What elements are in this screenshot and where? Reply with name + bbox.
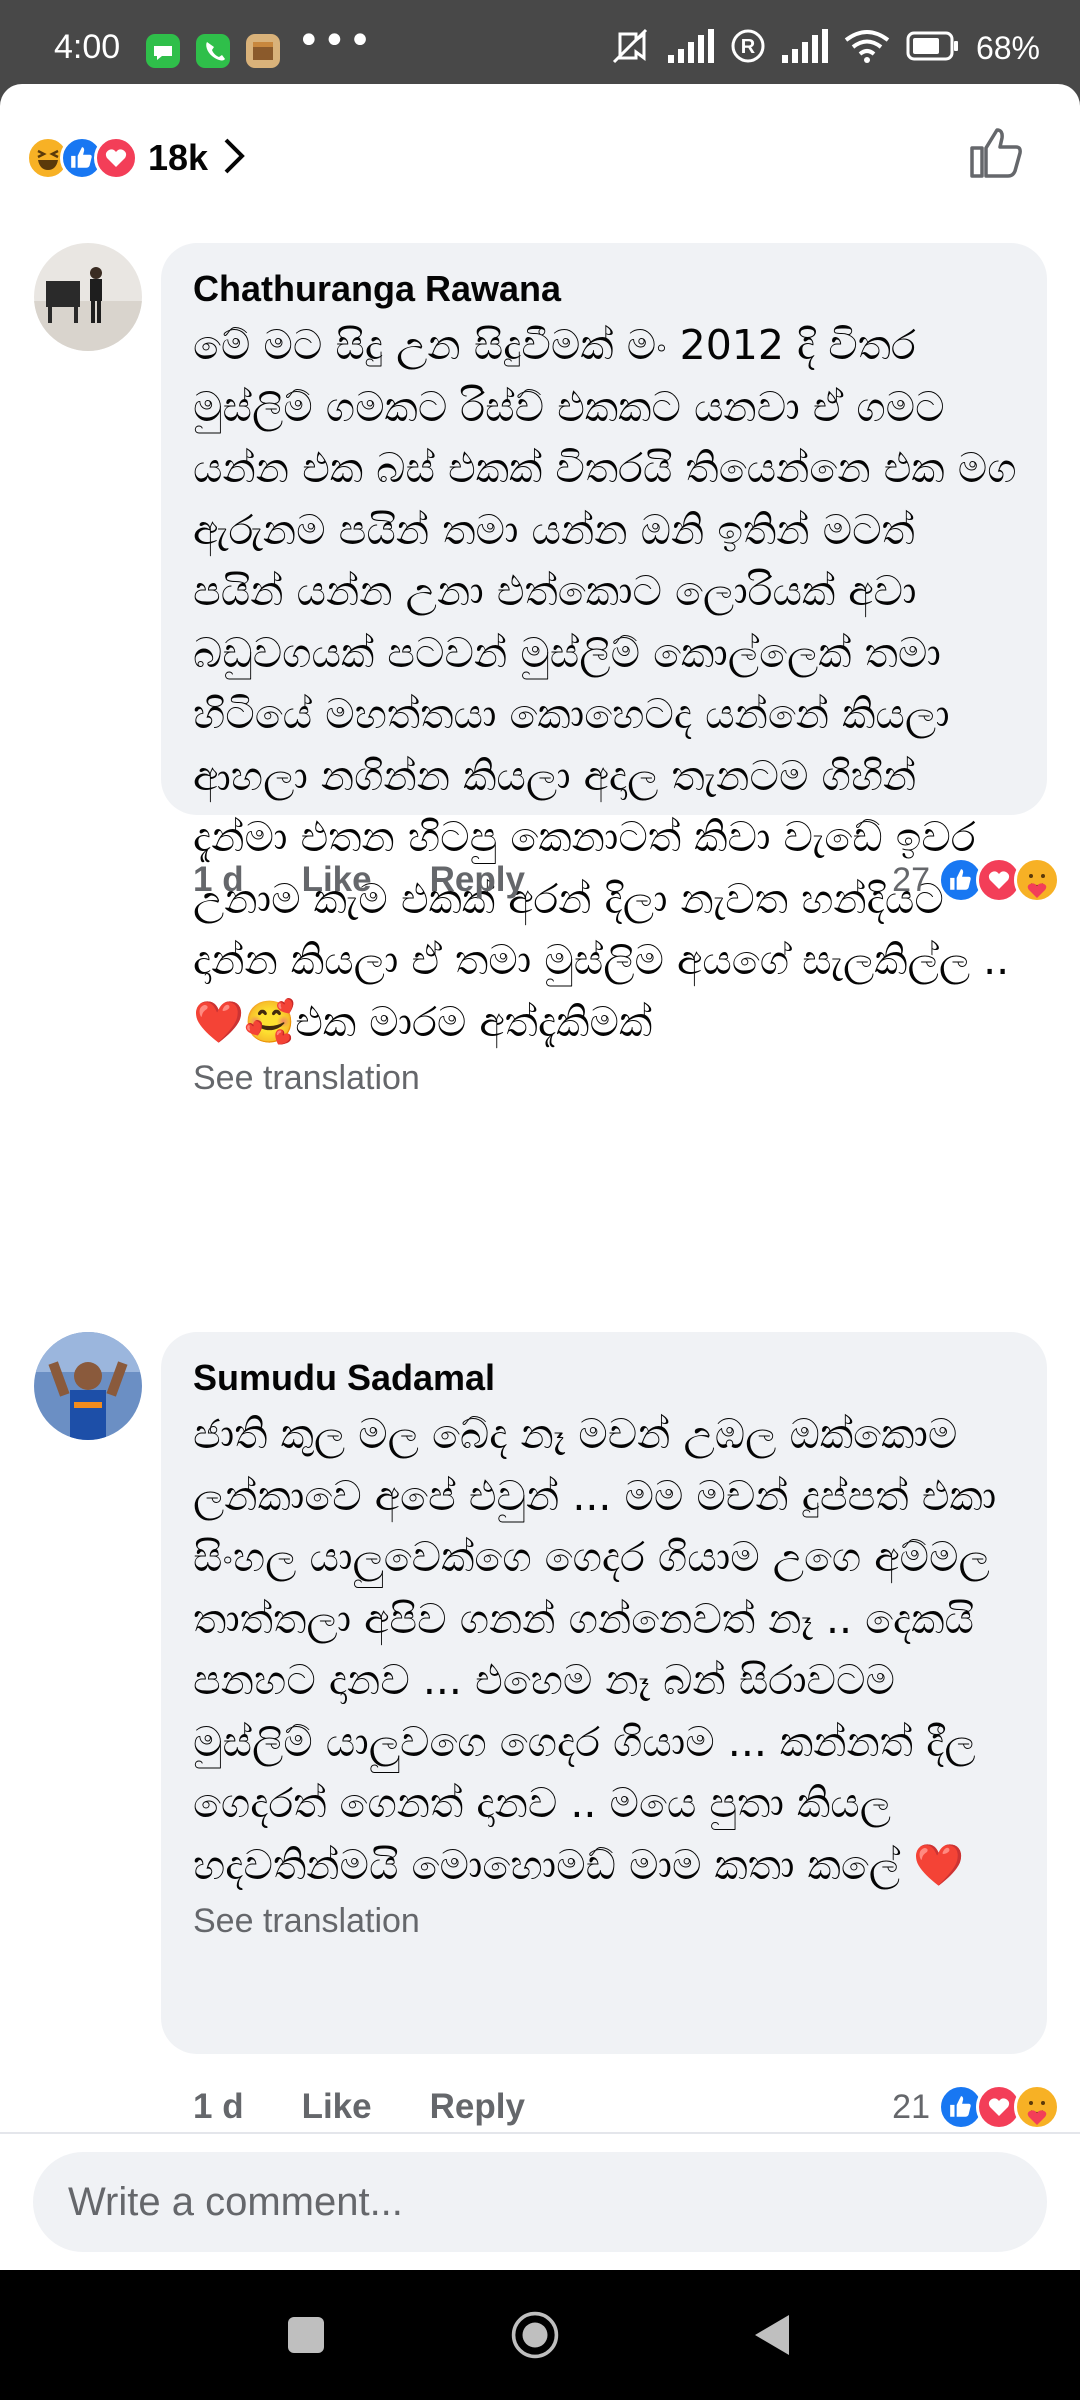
comment-reactions[interactable]: 21 xyxy=(892,2082,1060,2132)
reactions-summary[interactable]: 18k xyxy=(26,124,246,192)
comment-text: මේ මට සිදු උන සිදුවීමක් මං 2012 දි විතර … xyxy=(193,321,1017,1046)
reaction-count: 21 xyxy=(892,2087,930,2126)
like-button[interactable] xyxy=(966,122,1026,182)
phone-icon xyxy=(196,34,230,68)
signal-icon xyxy=(667,29,714,67)
status-bar: 4:00 ••• R 68% xyxy=(0,0,1080,84)
avatar[interactable] xyxy=(34,243,142,351)
comment-actions: 1 d Like Reply xyxy=(193,2082,525,2132)
care-icon xyxy=(1014,857,1060,903)
mute-icon xyxy=(606,26,652,70)
package-icon xyxy=(246,34,280,68)
comment-bubble[interactable]: Sumudu Sadamal ජාති කුල මල බේද නෑ මචන් උ… xyxy=(161,1332,1047,2054)
messages-icon xyxy=(146,34,180,68)
reply-link[interactable]: Reply xyxy=(430,860,525,900)
status-icons: R 68% xyxy=(606,28,1040,68)
reply-link[interactable]: Reply xyxy=(430,2087,525,2127)
comment-author[interactable]: Chathuranga Rawana xyxy=(193,265,1017,313)
comments-sheet: 18k Chathuranga Rawana මේ මට සිදු උන සිද xyxy=(0,84,1080,2270)
see-translation-link[interactable]: See translation xyxy=(193,1059,1017,1098)
love-icon xyxy=(94,136,138,180)
signal-icon xyxy=(781,29,828,67)
reactions-count: 18k xyxy=(148,137,209,178)
status-time: 4:00 xyxy=(54,28,121,66)
comment-age: 1 d xyxy=(193,860,244,899)
roaming-icon: R xyxy=(730,28,766,68)
comment-text: ජාති කුල මල බේද නෑ මචන් උඹල ඔක්කොම ලන්කා… xyxy=(193,1410,997,1889)
comment-author[interactable]: Sumudu Sadamal xyxy=(193,1354,1017,1402)
see-translation-link[interactable]: See translation xyxy=(193,1902,1017,1941)
avatar[interactable] xyxy=(34,1332,142,1440)
wifi-icon xyxy=(844,28,890,68)
comment-input[interactable] xyxy=(66,2178,970,2226)
comment-age: 1 d xyxy=(193,2087,244,2126)
reaction-count: 27 xyxy=(892,860,930,899)
battery-percent: 68% xyxy=(975,29,1040,66)
comment-reactions[interactable]: 27 xyxy=(892,855,1060,905)
svg-text:R: R xyxy=(741,36,756,58)
chevron-right-icon xyxy=(222,136,246,180)
recents-button[interactable] xyxy=(281,2310,331,2360)
comment-bubble[interactable]: Chathuranga Rawana මේ මට සිදු උන සිදුවීම… xyxy=(161,243,1047,1097)
back-button[interactable] xyxy=(748,2310,798,2360)
system-nav-bar xyxy=(0,2270,1080,2400)
comment-actions: 1 d Like Reply xyxy=(193,855,525,905)
like-link[interactable]: Like xyxy=(302,860,372,900)
home-button[interactable] xyxy=(510,2310,560,2360)
divider xyxy=(0,2132,1080,2134)
comment-composer[interactable] xyxy=(33,2152,1047,2252)
like-link[interactable]: Like xyxy=(302,2087,372,2127)
battery-icon xyxy=(906,31,960,65)
more-notifications: ••• xyxy=(297,18,374,64)
care-icon xyxy=(1014,2084,1060,2130)
